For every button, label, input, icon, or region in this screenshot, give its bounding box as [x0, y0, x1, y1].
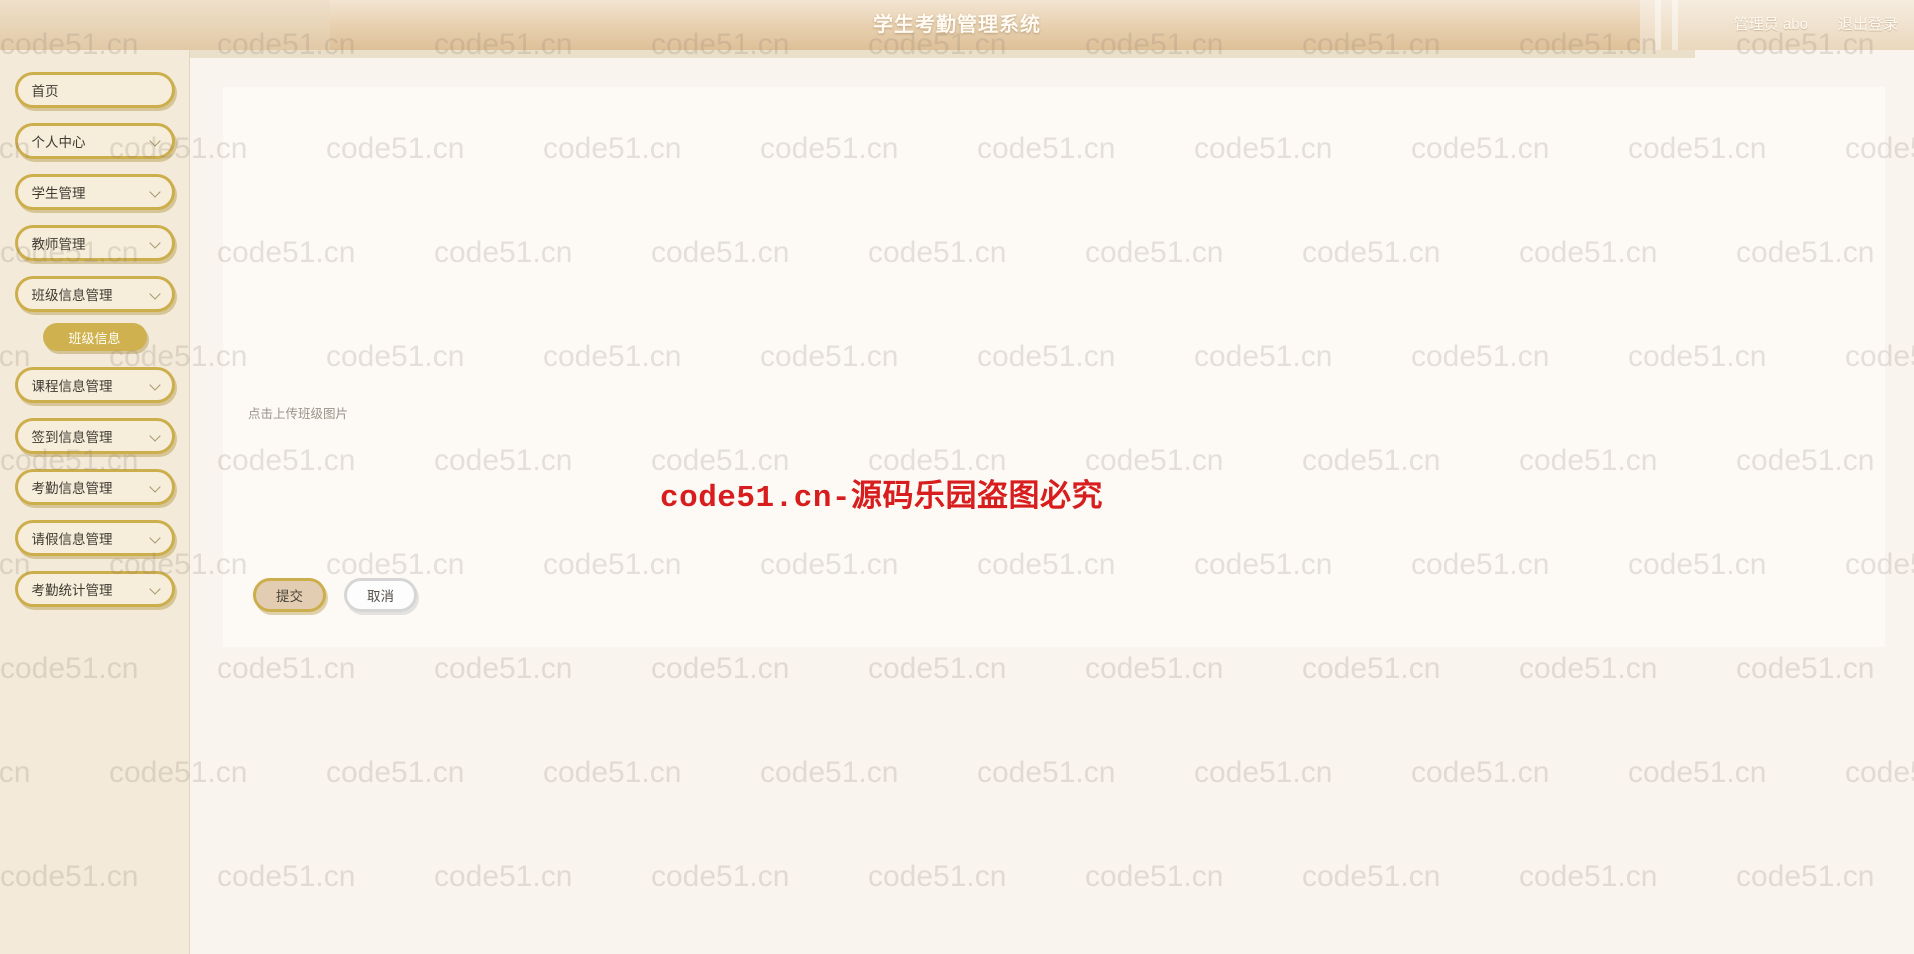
chevron-down-icon — [150, 430, 162, 442]
sidebar-item-attendance-info-management[interactable]: 考勤信息管理 — [14, 469, 175, 505]
chevron-down-icon — [150, 379, 162, 391]
sidebar: 首页 个人中心 学生管理 教师管理 班级信息管理 班级信息 课程信息管理 签到信… — [0, 50, 190, 954]
chevron-down-icon — [150, 583, 162, 595]
chevron-down-icon — [150, 237, 162, 249]
upload-hint-text: 点击上传班级图片 — [248, 407, 349, 421]
sidebar-item-attendance-stats-management[interactable]: 考勤统计管理 — [14, 571, 175, 607]
form-card — [223, 87, 1885, 647]
sidebar-item-label: 请假信息管理 — [31, 532, 113, 547]
cancel-button[interactable]: 取消 — [344, 578, 417, 612]
submit-button[interactable]: 提交 — [253, 578, 326, 612]
sidebar-item-student-management[interactable]: 学生管理 — [14, 174, 175, 210]
sidebar-subitem-class-info[interactable]: 班级信息 — [42, 323, 147, 351]
sidebar-item-label: 班级信息管理 — [31, 288, 113, 303]
sidebar-item-label: 考勤统计管理 — [31, 583, 113, 598]
main-content-area — [190, 50, 1914, 954]
form-actions: 提交 取消 — [253, 578, 417, 612]
sidebar-item-leave-info-management[interactable]: 请假信息管理 — [14, 520, 175, 556]
sidebar-item-signin-info-management[interactable]: 签到信息管理 — [14, 418, 175, 454]
sidebar-item-personal-center[interactable]: 个人中心 — [14, 123, 175, 159]
app-title: 学生考勤管理系统 — [873, 14, 1041, 36]
chevron-down-icon — [150, 186, 162, 198]
current-user-label[interactable]: 管理员 abo — [1734, 0, 1808, 50]
sidebar-item-label: 课程信息管理 — [31, 379, 113, 394]
sidebar-item-class-info-management[interactable]: 班级信息管理 — [14, 276, 175, 312]
sidebar-item-label: 学生管理 — [31, 186, 86, 201]
sidebar-item-label: 教师管理 — [31, 237, 86, 252]
chevron-down-icon — [150, 135, 162, 147]
sidebar-item-teacher-management[interactable]: 教师管理 — [14, 225, 175, 261]
sidebar-item-label: 个人中心 — [31, 135, 86, 150]
chevron-down-icon — [150, 532, 162, 544]
sidebar-item-home[interactable]: 首页 — [14, 72, 175, 108]
sidebar-item-label: 签到信息管理 — [31, 430, 113, 445]
sidebar-item-course-info-management[interactable]: 课程信息管理 — [14, 367, 175, 403]
chevron-down-icon — [150, 288, 162, 300]
chevron-down-icon — [150, 481, 162, 493]
sidebar-item-label: 考勤信息管理 — [31, 481, 113, 496]
sidebar-item-label: 首页 — [31, 84, 59, 99]
logout-button[interactable]: 退出登录 — [1838, 0, 1898, 50]
app-header: 学生考勤管理系统 管理员 abo 退出登录 — [0, 0, 1914, 50]
